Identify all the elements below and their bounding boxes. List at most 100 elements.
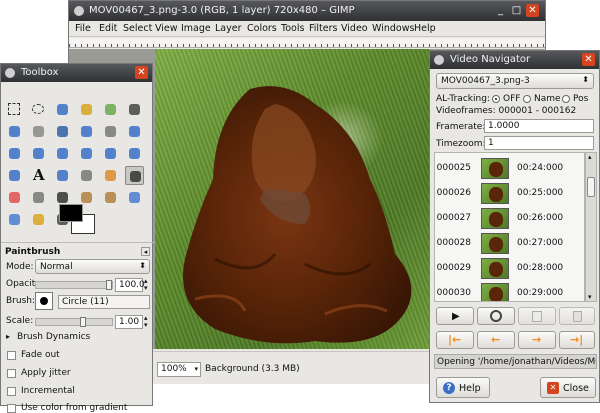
crop-icon[interactable] — [29, 144, 48, 163]
frame-thumbnail[interactable] — [481, 183, 509, 204]
help-button[interactable]: ? Help — [436, 377, 490, 398]
apply-jitter-checkbox[interactable] — [7, 369, 16, 378]
minimize-icon[interactable]: _ — [494, 4, 507, 17]
menu-edit[interactable]: Edit — [99, 23, 117, 34]
ellipse-select-icon[interactable] — [29, 100, 48, 119]
options-menu-icon[interactable]: ◂ — [141, 247, 150, 256]
perspective-icon[interactable] — [125, 144, 144, 163]
window-menu-icon[interactable] — [5, 68, 15, 78]
opacity-input[interactable]: 100.0 — [115, 278, 145, 292]
scale-input[interactable]: 1.00 — [115, 315, 143, 329]
radio-name[interactable] — [523, 95, 531, 103]
color-picker-icon[interactable] — [53, 122, 72, 141]
frame-row[interactable]: 000026 00:25:000 — [435, 182, 584, 205]
color-area[interactable] — [59, 204, 97, 234]
flip-icon[interactable] — [5, 166, 24, 185]
close-button[interactable]: ✕ Close — [540, 377, 596, 398]
menu-select[interactable]: Select — [123, 23, 152, 34]
color-select-icon[interactable] — [101, 100, 120, 119]
frame-list-scrollbar[interactable]: ▴ ▾ — [585, 152, 597, 302]
paintbrush-icon[interactable] — [125, 166, 144, 185]
fuzzy-select-icon[interactable] — [77, 100, 96, 119]
fade-out-checkbox[interactable] — [7, 351, 16, 360]
blend-icon[interactable] — [77, 166, 96, 185]
frame-row[interactable]: 000029 00:28:000 — [435, 257, 584, 280]
incremental-checkbox[interactable] — [7, 387, 16, 396]
text-icon[interactable]: A — [29, 166, 48, 185]
framerate-input[interactable]: 1.0000 — [484, 119, 594, 133]
bucket-fill-icon[interactable] — [53, 166, 72, 185]
airbrush-icon[interactable] — [29, 188, 48, 207]
frame-row[interactable]: 000025 00:24:000 — [435, 157, 584, 180]
close-icon[interactable]: ✕ — [526, 4, 539, 17]
mode-select[interactable]: Normal ⬍ — [35, 259, 150, 274]
radio-pos[interactable] — [562, 95, 570, 103]
frame-thumbnail[interactable] — [481, 283, 509, 301]
opacity-slider-thumb[interactable] — [106, 280, 112, 290]
brush-name-field[interactable]: Circle (11) — [58, 295, 150, 309]
zoom-select[interactable]: 100% ▾ — [157, 362, 201, 377]
expander-arrow-icon[interactable]: ▸ — [6, 332, 10, 341]
menu-image[interactable]: Image — [181, 23, 211, 34]
heal-icon[interactable] — [101, 188, 120, 207]
radio-off[interactable] — [492, 95, 500, 103]
menu-tools[interactable]: Tools — [281, 23, 304, 34]
scissors-icon[interactable] — [125, 100, 144, 119]
menu-view[interactable]: View — [155, 23, 178, 34]
frame-row[interactable]: 000030 00:29:000 — [435, 282, 584, 301]
spin-icon[interactable]: ▴ ▾ — [144, 278, 148, 292]
foreground-color-swatch[interactable] — [59, 204, 83, 222]
prev-frame-button[interactable]: ← — [477, 331, 515, 349]
menu-filters[interactable]: Filters — [309, 23, 337, 34]
next-frame-button[interactable]: → — [518, 331, 556, 349]
last-frame-button[interactable]: →| — [559, 331, 595, 349]
window-menu-icon[interactable] — [74, 6, 84, 16]
smudge-icon[interactable] — [29, 210, 48, 229]
opacity-slider[interactable] — [35, 280, 113, 290]
copy-frame-button[interactable] — [518, 307, 556, 325]
frame-thumbnail[interactable] — [481, 158, 509, 179]
menu-file[interactable]: File — [75, 23, 91, 34]
close-icon[interactable]: ✕ — [582, 53, 595, 66]
window-menu-icon[interactable] — [434, 55, 444, 65]
rotate-icon[interactable] — [53, 144, 72, 163]
brush-dynamics-expander[interactable]: Brush Dynamics — [17, 332, 90, 342]
frame-list[interactable]: 000025 00:24:000 000026 00:25:000 000027 00:2… — [434, 152, 585, 302]
scroll-down-icon[interactable]: ▾ — [588, 293, 592, 301]
measure-icon[interactable] — [101, 122, 120, 141]
scale-icon[interactable] — [77, 144, 96, 163]
move-icon[interactable] — [125, 122, 144, 141]
close-icon[interactable]: ✕ — [135, 66, 148, 79]
scroll-up-icon[interactable]: ▴ — [588, 153, 592, 161]
delete-frame-button[interactable] — [559, 307, 595, 325]
align-icon[interactable] — [5, 144, 24, 163]
scale-slider-thumb[interactable] — [80, 317, 86, 327]
frame-thumbnail[interactable] — [481, 233, 509, 254]
frame-row[interactable]: 000027 00:26:000 — [435, 207, 584, 230]
pencil-icon[interactable] — [101, 166, 120, 185]
perspective-clone-icon[interactable] — [125, 188, 144, 207]
paths-icon[interactable] — [29, 122, 48, 141]
zoom-icon[interactable] — [77, 122, 96, 141]
scroll-thumb[interactable] — [587, 177, 595, 197]
frame-row[interactable]: 000028 00:27:000 — [435, 232, 584, 255]
blur-icon[interactable] — [5, 210, 24, 229]
eraser-icon[interactable] — [5, 188, 24, 207]
spin-icon[interactable]: ▴ ▾ — [144, 315, 148, 329]
menu-colors[interactable]: Colors — [247, 23, 277, 34]
maximize-icon[interactable]: □ — [510, 4, 523, 17]
foreground-select-icon[interactable] — [5, 122, 24, 141]
free-select-icon[interactable] — [53, 100, 72, 119]
image-select[interactable]: MOV00467_3.png-3 ⬍ — [436, 73, 594, 89]
frame-thumbnail[interactable] — [481, 208, 509, 229]
snapshot-button[interactable] — [477, 307, 515, 325]
first-frame-button[interactable]: |← — [436, 331, 474, 349]
brush-preview[interactable] — [35, 292, 53, 310]
menu-video[interactable]: Video — [341, 23, 368, 34]
shear-icon[interactable] — [101, 144, 120, 163]
use-color-checkbox[interactable] — [7, 404, 16, 413]
rect-select-icon[interactable] — [5, 100, 24, 119]
menu-layer[interactable]: Layer — [215, 23, 242, 34]
frame-thumbnail[interactable] — [481, 258, 509, 279]
scale-slider[interactable] — [35, 317, 113, 327]
